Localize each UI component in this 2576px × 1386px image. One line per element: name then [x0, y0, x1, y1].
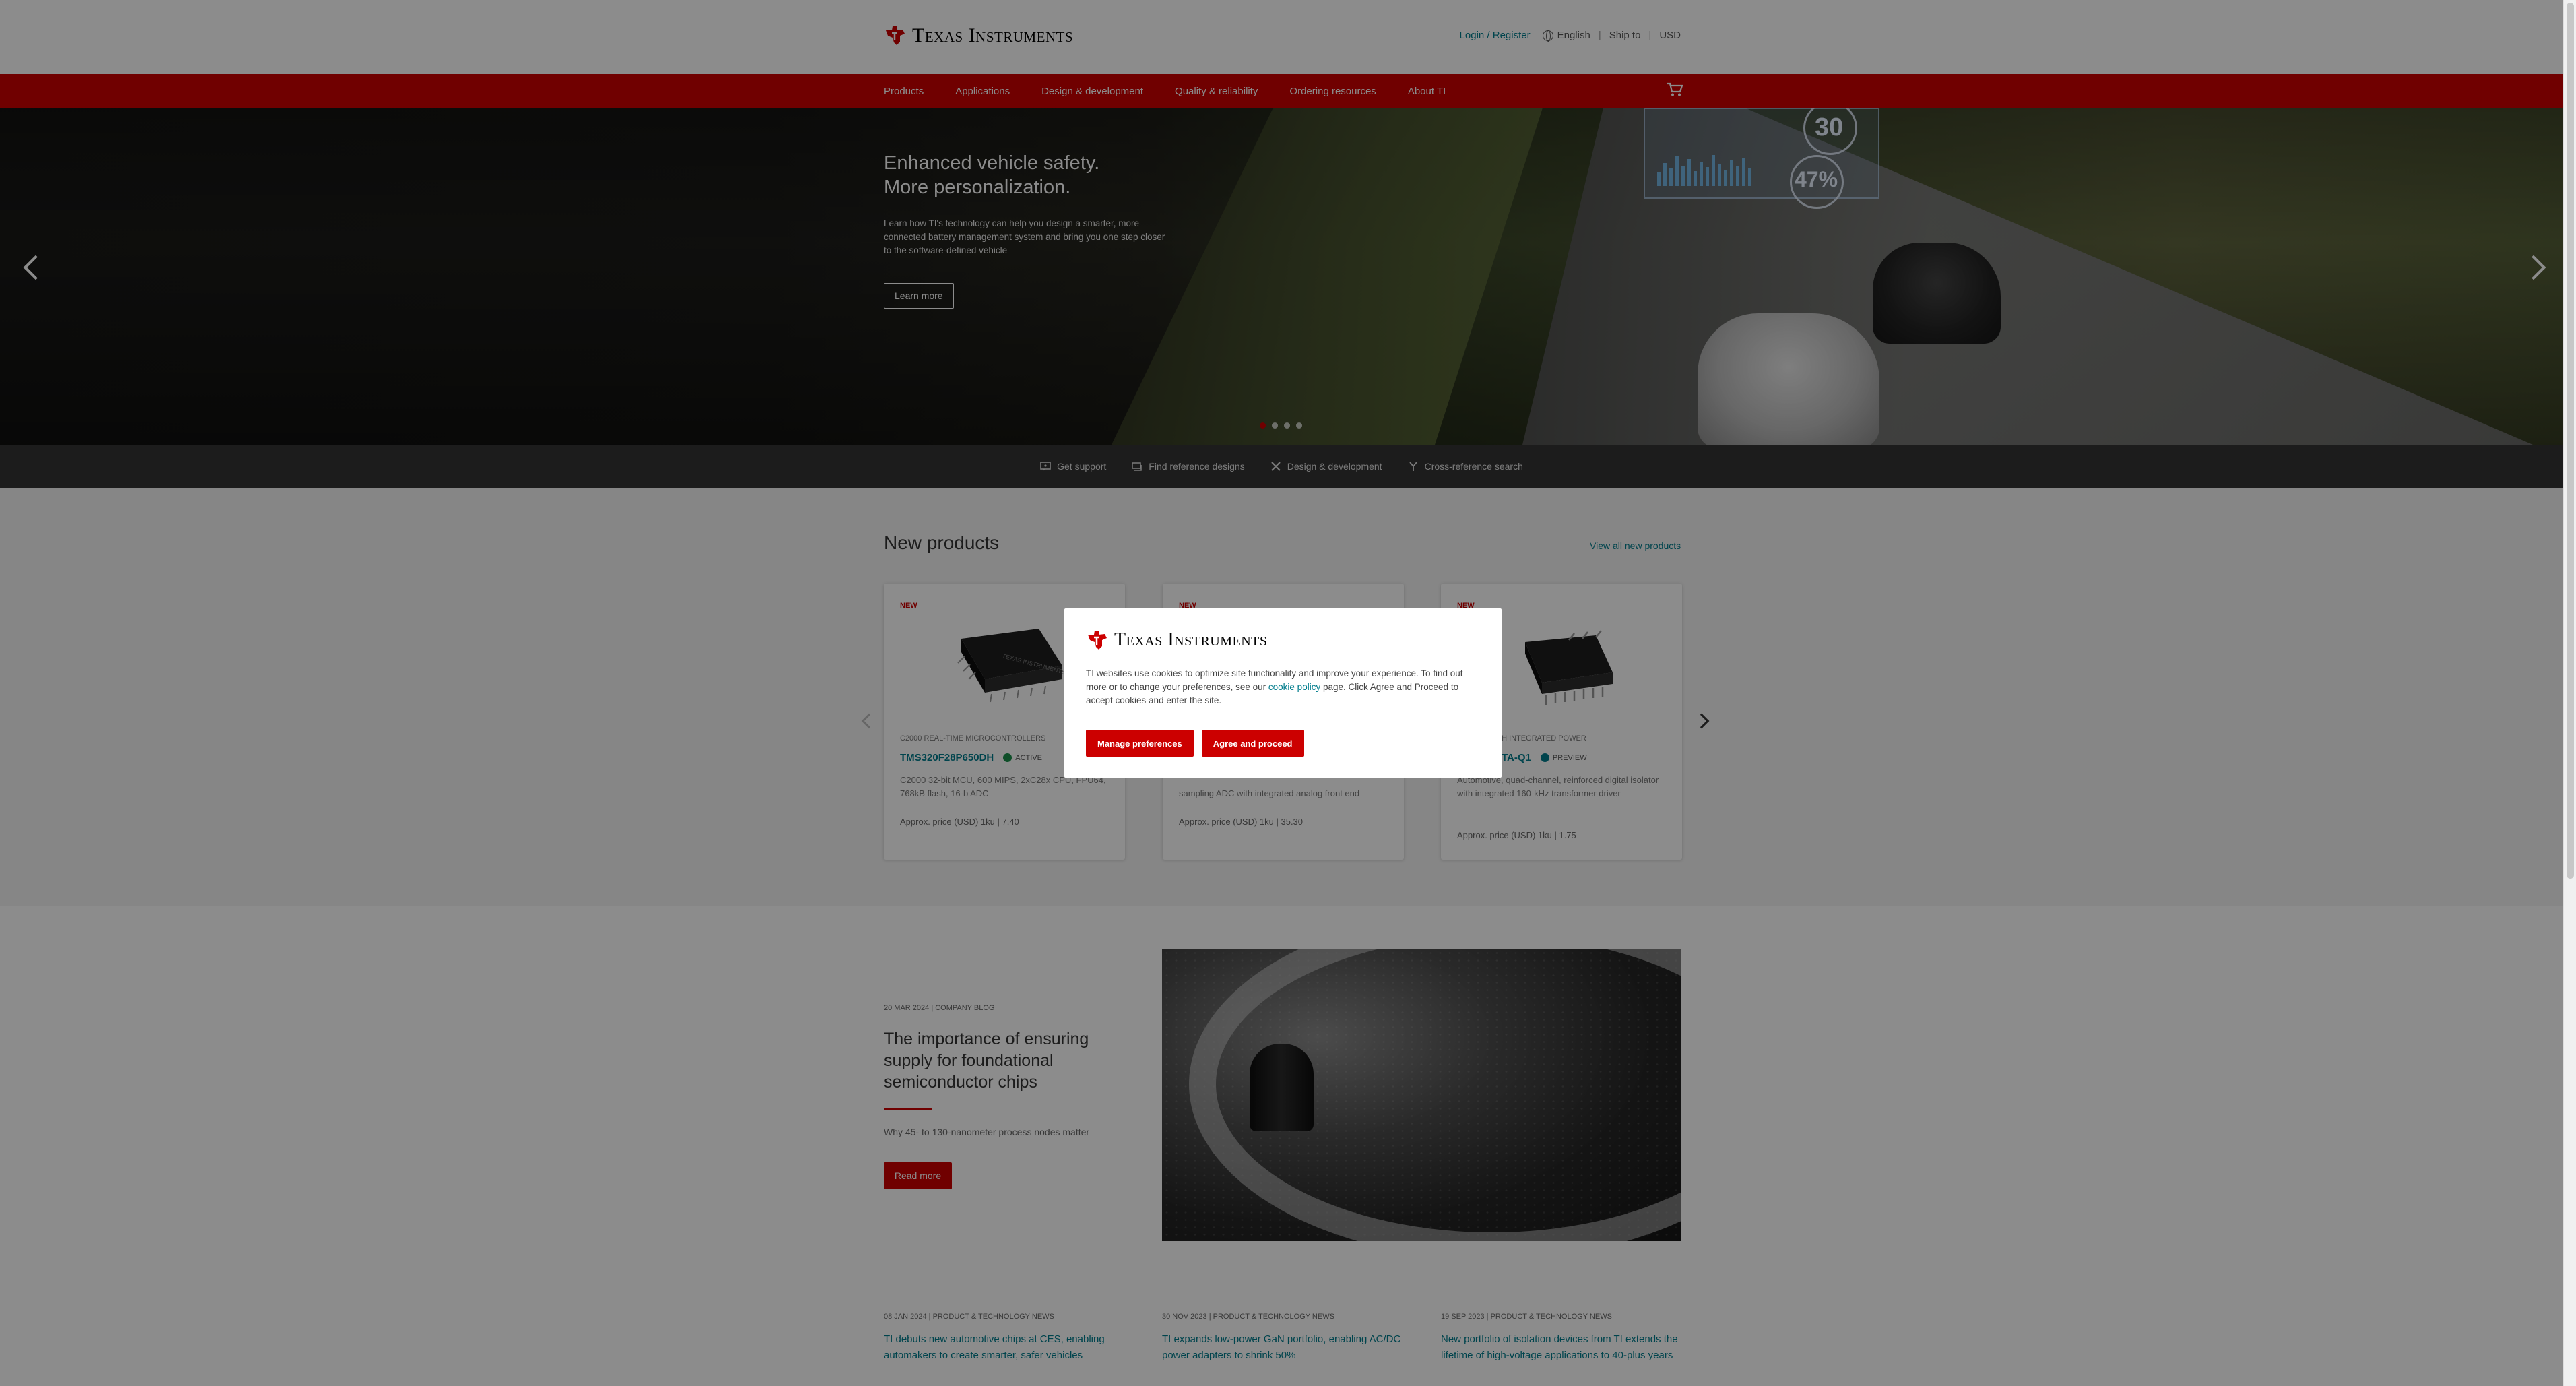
cookie-consent-dialog: Texas Instruments TI websites use cookie… — [1064, 608, 1502, 778]
cookie-policy-link[interactable]: cookie policy — [1268, 682, 1320, 692]
modal-brand-name: Texas Instruments — [1114, 629, 1268, 650]
modal-ti-logo: Texas Instruments — [1086, 629, 1268, 652]
agree-and-proceed-button[interactable]: Agree and proceed — [1201, 730, 1304, 757]
manage-preferences-button[interactable]: Manage preferences — [1086, 730, 1194, 757]
page-scrollbar[interactable] — [2563, 0, 2576, 1386]
ti-map-icon — [1088, 631, 1107, 650]
cookie-message: TI websites use cookies to optimize site… — [1086, 667, 1483, 707]
scrollbar-thumb[interactable] — [2567, 3, 2574, 879]
cookie-buttons: Manage preferences Agree and proceed — [1086, 730, 1304, 757]
